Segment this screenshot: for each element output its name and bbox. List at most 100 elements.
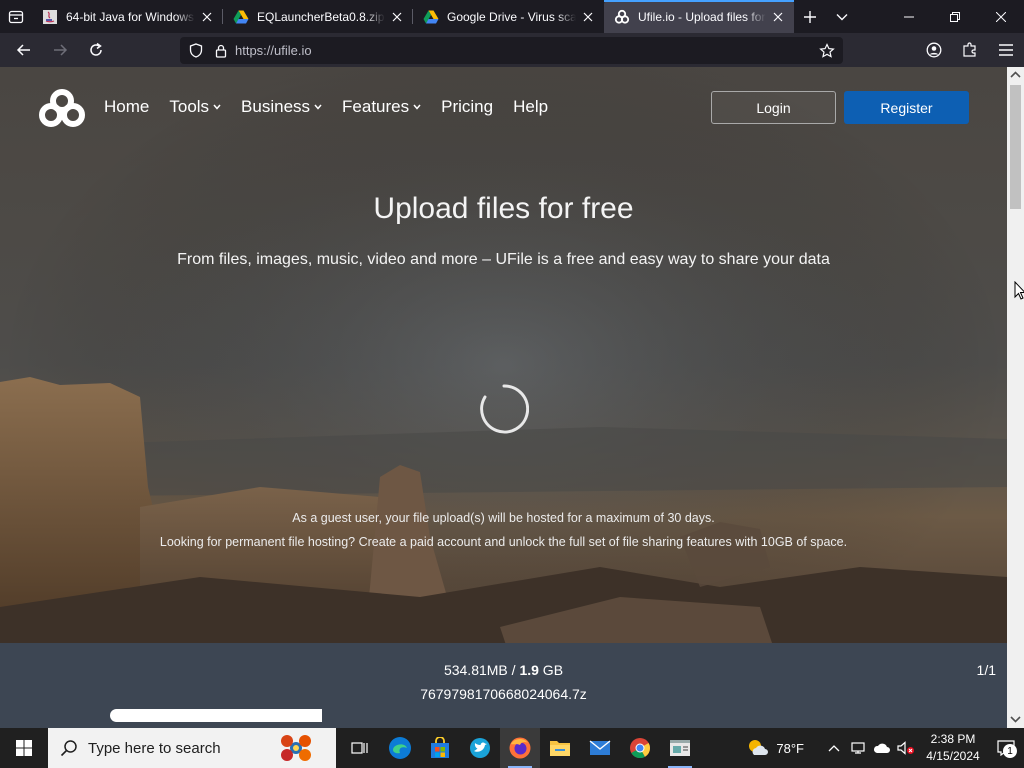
store-icon [431,737,449,758]
app-window-icon [670,740,690,756]
lock-icon[interactable] [215,44,227,58]
chevron-up-icon [828,745,840,752]
upload-progress-panel: 534.81MB / 1.9 GB 7679798170668024064.7z… [0,643,1007,728]
tab-title: Ufile.io - Upload files for f [638,9,766,24]
nav-label: Business [241,97,311,116]
taskbar-mail[interactable] [580,728,620,768]
tab-bar: 64-bit Java for Windows EQLauncherBeta0.… [0,0,1024,33]
taskbar-chrome[interactable] [620,728,660,768]
close-tab-icon[interactable] [199,9,215,25]
ufile-logo-icon[interactable] [38,89,86,127]
url-bar[interactable]: https://ufile.io [180,37,843,64]
bookmark-star-icon[interactable] [819,42,835,59]
network-button[interactable] [846,728,870,768]
tab-ufile[interactable]: Ufile.io - Upload files for f [604,0,794,33]
google-drive-favicon [423,9,439,25]
back-button[interactable] [6,33,42,67]
task-view-icon [351,742,368,754]
page-subtitle: From files, images, music, video and mor… [177,251,830,268]
site-header: Home Tools Business Features Pricing Hel… [0,67,1007,147]
minimize-button[interactable] [886,0,932,33]
firefox-view-button[interactable] [0,0,32,33]
chevron-down-icon [213,104,221,110]
minimize-icon [904,16,914,17]
scrollbar-thumb[interactable] [1010,85,1021,209]
reload-icon [90,42,102,56]
java-favicon [42,9,58,25]
clock-date: 4/15/2024 [926,749,980,763]
nav-tools-dropdown[interactable]: Tools [169,97,221,117]
close-tab-icon[interactable] [389,9,405,25]
login-button[interactable]: Login [711,91,836,124]
ufile-favicon [614,9,630,25]
forward-button[interactable] [42,33,78,67]
total-size: 1.9 [519,662,539,678]
account-icon [926,42,942,58]
clock-time: 2:38 PM [930,732,976,746]
chrome-icon [630,738,651,759]
tab-google-drive-virus-scan[interactable]: Google Drive - Virus scan w [413,0,604,33]
bird-app-icon [470,738,490,758]
close-window-button[interactable] [978,0,1024,33]
nav-home-link[interactable]: Home [104,97,149,117]
web-page: Home Tools Business Features Pricing Hel… [0,67,1007,728]
start-button[interactable] [0,728,48,768]
guest-hosting-note: As a guest user, your file upload(s) wil… [292,511,715,525]
nav-help-link[interactable]: Help [513,97,548,117]
reload-button[interactable] [78,33,114,67]
taskbar-twitter-app[interactable] [460,728,500,768]
plus-icon [804,10,816,23]
tab-eqlauncher[interactable]: EQLauncherBeta0.8.zip - G [223,0,413,33]
nav-features-dropdown[interactable]: Features [342,97,421,117]
notifications-button[interactable]: 1 [988,728,1024,768]
folder-icon [550,741,570,756]
firefox-icon [509,737,531,759]
register-button[interactable]: Register [844,91,969,124]
restore-button[interactable] [932,0,978,33]
notification-count-badge: 1 [1003,744,1017,758]
taskbar-search-box[interactable]: Type here to search [48,728,336,768]
show-hidden-icons-button[interactable] [822,728,846,768]
chevron-down-icon [413,104,421,110]
puzzle-piece-icon [963,42,976,57]
windows-taskbar: Type here to search 78°F 2:38 PM 4/15/20… [0,728,1024,768]
nav-business-dropdown[interactable]: Business [241,97,322,117]
weather-widget[interactable]: 78°F [746,738,804,758]
taskbar-firefox[interactable] [500,728,540,768]
volume-button[interactable] [894,728,918,768]
taskbar-microsoft-store[interactable] [420,728,460,768]
app-menu-button[interactable] [988,33,1024,67]
tab-java[interactable]: 64-bit Java for Windows [32,0,223,33]
task-view-button[interactable] [340,728,380,768]
windows-logo-icon [16,740,32,756]
weather-temperature: 78°F [776,740,804,756]
taskbar-file-explorer[interactable] [540,728,580,768]
tracking-protection-shield-icon[interactable] [189,43,203,58]
onedrive-button[interactable] [870,728,894,768]
account-button[interactable] [916,33,952,67]
page-scrollbar[interactable] [1007,67,1024,728]
taskbar-app-window[interactable] [660,728,700,768]
tab-title: Google Drive - Virus scan w [447,9,576,24]
scroll-up-arrow-icon[interactable] [1010,70,1021,80]
network-icon [851,742,865,754]
scroll-down-arrow-icon[interactable] [1010,714,1021,724]
weather-sun-cloud-icon [749,740,769,755]
new-tab-button[interactable] [794,0,826,33]
taskbar-clock[interactable]: 2:38 PM 4/15/2024 [922,731,984,765]
extensions-button[interactable] [952,33,988,67]
uploaded-size: 534.81MB [443,662,508,678]
list-all-tabs-button[interactable] [826,0,858,33]
close-tab-icon[interactable] [770,9,786,25]
close-tab-icon[interactable] [580,9,596,25]
upload-progress-fill [110,709,322,722]
tab-title: 64-bit Java for Windows [66,9,195,24]
search-placeholder: Type here to search [88,739,221,757]
nav-pricing-link[interactable]: Pricing [441,97,493,117]
search-highlight-flower-icon[interactable] [274,730,318,766]
url-text[interactable]: https://ufile.io [235,43,312,58]
hamburger-menu-icon [999,44,1013,56]
google-drive-favicon [233,9,249,25]
taskbar-edge[interactable] [380,728,420,768]
mail-icon [589,740,611,755]
